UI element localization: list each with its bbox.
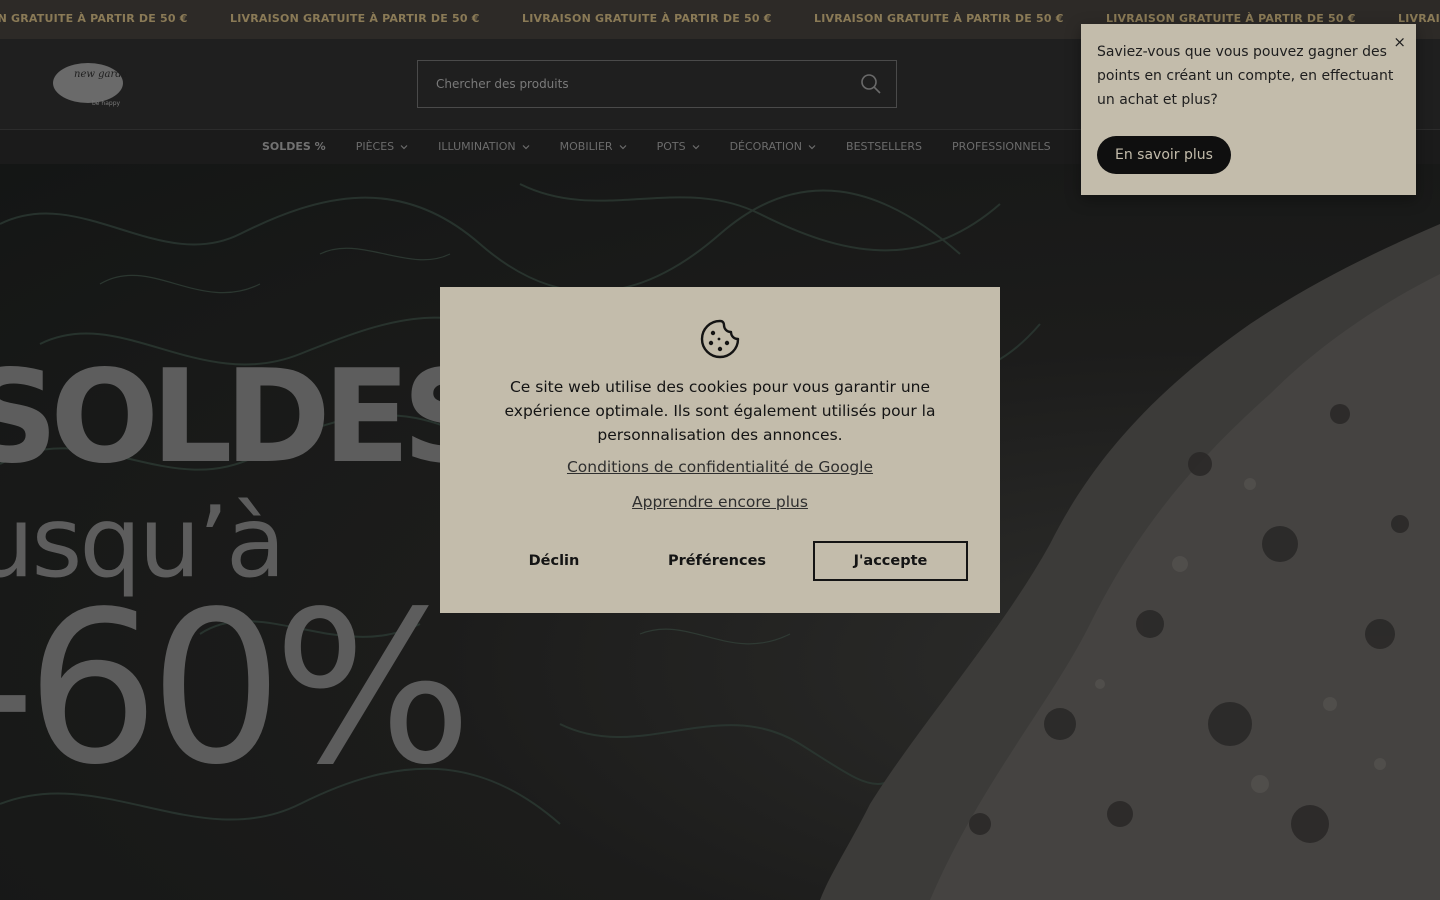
nav-item-professionnels[interactable]: PROFESSIONNELS — [952, 140, 1051, 153]
announcement-item: LIVRAISON GRATUITE À PARTIR DE 50 € — [0, 12, 188, 25]
nav-item-mobilier[interactable]: MOBILIER — [560, 140, 627, 153]
search-icon[interactable] — [860, 73, 882, 95]
nav-item-pieces[interactable]: PIÈCES — [356, 140, 408, 153]
cookie-message: Ce site web utilise des cookies pour vou… — [504, 378, 936, 444]
nav-item-label: PIÈCES — [355, 140, 395, 153]
nav-item-label: POTS — [656, 140, 686, 153]
nav-list: SOLDES % PIÈCES ILLUMINATION MOBILIER PO… — [262, 140, 1051, 153]
nav-item-decoration[interactable]: DÉCORATION — [730, 140, 816, 153]
announcement-item: LIVRAISON GRATUITE À PARTIR DE 50 € — [230, 12, 480, 25]
logo[interactable]: new garden be happy — [52, 61, 126, 109]
announcement-item: LIVRAISON GRATUITE À PARTIR DE 50 € — [522, 12, 772, 25]
logo-tagline: be happy — [92, 100, 121, 107]
nav-item-label: BESTSELLERS — [846, 140, 923, 153]
logo-text-new: new garden — [74, 69, 126, 80]
announcement-item: LIVRAISON GRATUITE À PARTIR DE 50 € — [814, 12, 1064, 25]
points-popup-text: Saviez-vous que vous pouvez gagner des p… — [1097, 44, 1394, 108]
nav-item-pots[interactable]: POTS — [657, 140, 700, 153]
chevron-down-icon — [522, 144, 530, 149]
nav-item-label: MOBILIER — [559, 140, 613, 153]
search-input[interactable] — [418, 61, 838, 107]
nav-item-illumination[interactable]: ILLUMINATION — [438, 140, 530, 153]
chevron-down-icon — [400, 144, 408, 149]
cookie-icon — [700, 319, 740, 359]
nav-item-label: ILLUMINATION — [438, 140, 516, 153]
cookie-consent-dialog: Ce site web utilise des cookies pour vou… — [440, 287, 1000, 613]
chevron-down-icon — [692, 144, 699, 149]
nav-item-label: PROFESSIONNELS — [952, 140, 1051, 153]
chevron-down-icon — [619, 144, 626, 149]
learn-more-link[interactable]: Apprendre encore plus — [440, 493, 1000, 511]
points-popup: Saviez-vous que vous pouvez gagner des p… — [1081, 24, 1416, 195]
privacy-link[interactable]: Conditions de confidentialité de Google — [440, 458, 1000, 476]
hero-discount: -60% — [0, 566, 473, 811]
chevron-down-icon — [808, 144, 816, 149]
nav-item-soldes[interactable]: SOLDES % — [262, 140, 326, 153]
hero-title: SOLDES — [0, 343, 494, 492]
close-icon[interactable]: × — [1393, 33, 1406, 51]
nav-item-label: SOLDES % — [262, 140, 326, 153]
preferences-button[interactable]: Préférences — [652, 541, 782, 581]
accept-button[interactable]: J'accepte — [813, 541, 968, 581]
search-box — [417, 60, 897, 108]
decline-button[interactable]: Déclin — [494, 541, 614, 581]
learn-more-button[interactable]: En savoir plus — [1097, 136, 1231, 174]
nav-item-label: DÉCORATION — [729, 140, 803, 153]
nav-item-bestsellers[interactable]: BESTSELLERS — [846, 140, 922, 153]
